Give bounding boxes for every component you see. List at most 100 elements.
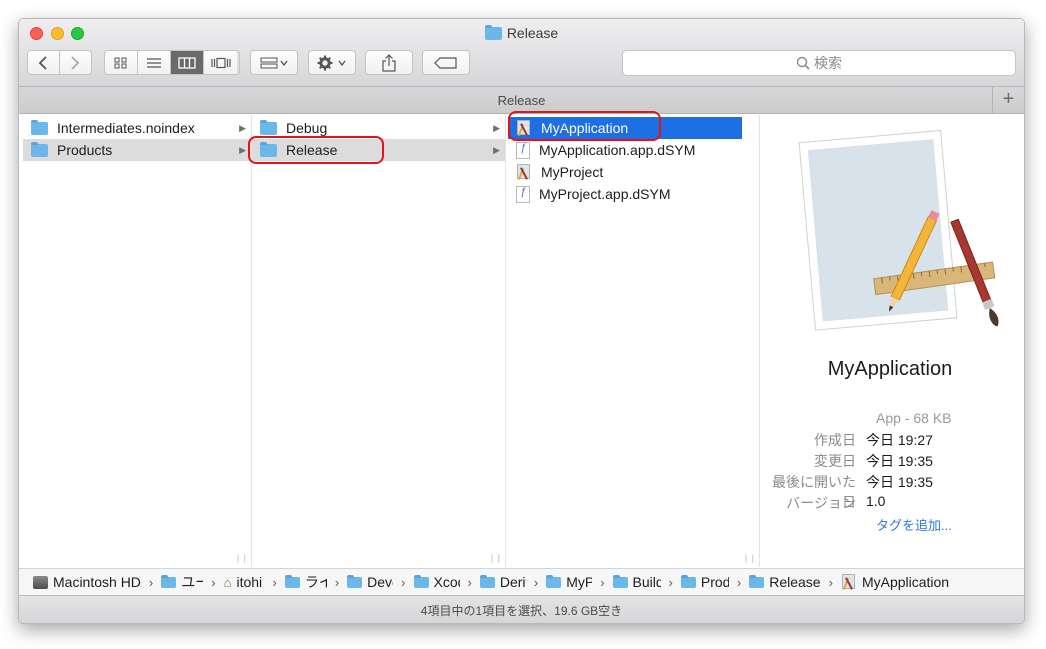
view-mode-control (104, 50, 240, 75)
path-item-xcode[interactable]: Xcode (413, 574, 460, 590)
path-item-library[interactable]: ライブラリ (284, 572, 327, 592)
path-separator-icon: › (401, 574, 406, 590)
info-row-version: バージョン 1.0 (760, 493, 1010, 513)
column-resize-handle[interactable]: | | (491, 553, 501, 563)
path-item-products[interactable]: Products (680, 574, 729, 590)
path-item-myapplication[interactable]: MyApplication (841, 574, 949, 590)
path-separator-icon: › (211, 574, 216, 590)
list-item[interactable]: Debug ▶ (252, 117, 505, 139)
back-button[interactable] (28, 51, 60, 74)
column-2: Debug ▶ Release ▶ | | (252, 115, 506, 567)
path-item-users[interactable]: ユーザ (161, 572, 203, 592)
info-label: 変更日 (814, 453, 856, 469)
column-view-button[interactable] (171, 51, 204, 74)
column-resize-handle[interactable]: | | (745, 553, 755, 563)
columns-icon (178, 56, 196, 69)
path-separator-icon: › (828, 574, 833, 590)
folder-icon (347, 574, 363, 588)
title-bar: Release 検索 (19, 19, 1024, 87)
path-item-build[interactable]: Build (612, 574, 661, 590)
path-item-label: Xcode (433, 574, 460, 590)
cover-flow-view-button[interactable] (204, 51, 237, 74)
path-item-myproject[interactable]: MyProject (546, 574, 592, 590)
forward-button[interactable] (59, 51, 91, 74)
path-item-deriveddata[interactable]: DerivedData (479, 574, 526, 590)
list-icon (147, 57, 161, 68)
folder-icon (31, 141, 48, 157)
home-icon: ⌂ (223, 574, 232, 590)
path-item-label: Build (632, 574, 661, 590)
column-browser: Intermediates.noindex ▶ Products ▶ | | D… (19, 115, 1024, 567)
path-item-label: ユーザ (181, 574, 203, 590)
folder-icon (260, 141, 277, 157)
folder-icon (31, 119, 48, 135)
info-value: 今日 19:27 (866, 432, 933, 448)
folder-icon (612, 574, 628, 588)
app-preview-icon (798, 129, 999, 331)
status-bar: 4項目中の1項目を選択、19.6 GB空き (19, 595, 1024, 623)
info-row-modified: 変更日 今日 19:35 (760, 451, 1010, 471)
disclosure-arrow-icon: ▶ (239, 122, 246, 133)
search-input[interactable]: 検索 (622, 50, 1016, 76)
search-placeholder: 検索 (814, 55, 842, 71)
finder-window: Release 検索 Release + Intermediates.noind… (18, 18, 1025, 624)
tags-button[interactable] (422, 50, 470, 75)
item-name: Intermediates.noindex (57, 120, 195, 136)
path-separator-icon: › (272, 574, 277, 590)
path-item-label: DerivedData (499, 574, 526, 590)
disclosure-arrow-icon: ▶ (493, 144, 500, 155)
path-item-home[interactable]: ⌂ itohi (224, 574, 265, 590)
folder-icon (479, 574, 495, 588)
tag-icon (434, 56, 457, 69)
icon-view-button[interactable] (105, 51, 138, 74)
folder-icon (284, 574, 300, 588)
item-name: Products (57, 142, 113, 158)
arrange-icon (260, 57, 288, 68)
column-resize-handle[interactable]: | | (237, 553, 247, 563)
path-item-release[interactable]: Release (749, 574, 821, 590)
list-view-button[interactable] (138, 51, 171, 74)
dsym-file-icon (516, 185, 530, 203)
cover-flow-icon (210, 57, 231, 68)
list-item[interactable]: MyApplication (508, 117, 742, 139)
list-item[interactable]: Release ▶ (252, 139, 505, 161)
path-item-macintosh-hd[interactable]: Macintosh HD (33, 574, 141, 590)
info-row-last-opened: 最後に開いた日 今日 19:35 (760, 472, 1010, 510)
app-icon (516, 120, 532, 136)
list-item[interactable]: MyProject.app.dSYM (508, 183, 759, 205)
folder-icon (484, 24, 502, 40)
tab-release[interactable]: Release (498, 93, 546, 108)
users-folder-icon (161, 574, 177, 588)
info-value: 今日 19:35 (866, 453, 933, 469)
path-item-developer[interactable]: Developer (347, 574, 393, 590)
app-icon (841, 574, 857, 590)
list-item[interactable]: MyProject (508, 161, 759, 183)
add-tab-button[interactable]: + (992, 87, 1024, 114)
list-item[interactable]: Products ▶ (23, 139, 251, 161)
info-row-created: 作成日 今日 19:27 (760, 430, 1010, 450)
window-title-text: Release (506, 25, 559, 41)
folder-icon (546, 574, 562, 588)
share-icon (382, 53, 396, 72)
action-menu-button[interactable] (308, 50, 356, 75)
path-separator-icon: › (533, 574, 539, 590)
info-label: バージョン (786, 495, 856, 511)
share-button[interactable] (365, 50, 413, 75)
item-name: MyProject.app.dSYM (539, 186, 671, 202)
path-separator-icon: › (334, 574, 340, 590)
list-item[interactable]: Intermediates.noindex ▶ (23, 117, 251, 139)
back-forward-control (27, 50, 92, 75)
path-item-label: ライブラリ (304, 574, 327, 590)
path-item-label: Release (769, 574, 821, 590)
chevron-right-icon (71, 55, 80, 70)
column-1: Intermediates.noindex ▶ Products ▶ | | (19, 115, 252, 567)
list-item[interactable]: MyApplication.app.dSYM (508, 139, 759, 161)
add-tags-link[interactable]: タグを追加... (876, 515, 952, 534)
path-separator-icon: › (467, 574, 472, 590)
preview-pane: MyApplication App - 68 KB 作成日 今日 19:27 変… (760, 115, 1024, 567)
info-value: 今日 19:35 (866, 474, 933, 490)
disclosure-arrow-icon: ▶ (239, 144, 246, 155)
arrange-button[interactable] (250, 50, 298, 75)
path-separator-icon: › (668, 574, 673, 590)
item-name: MyApplication (541, 120, 629, 136)
